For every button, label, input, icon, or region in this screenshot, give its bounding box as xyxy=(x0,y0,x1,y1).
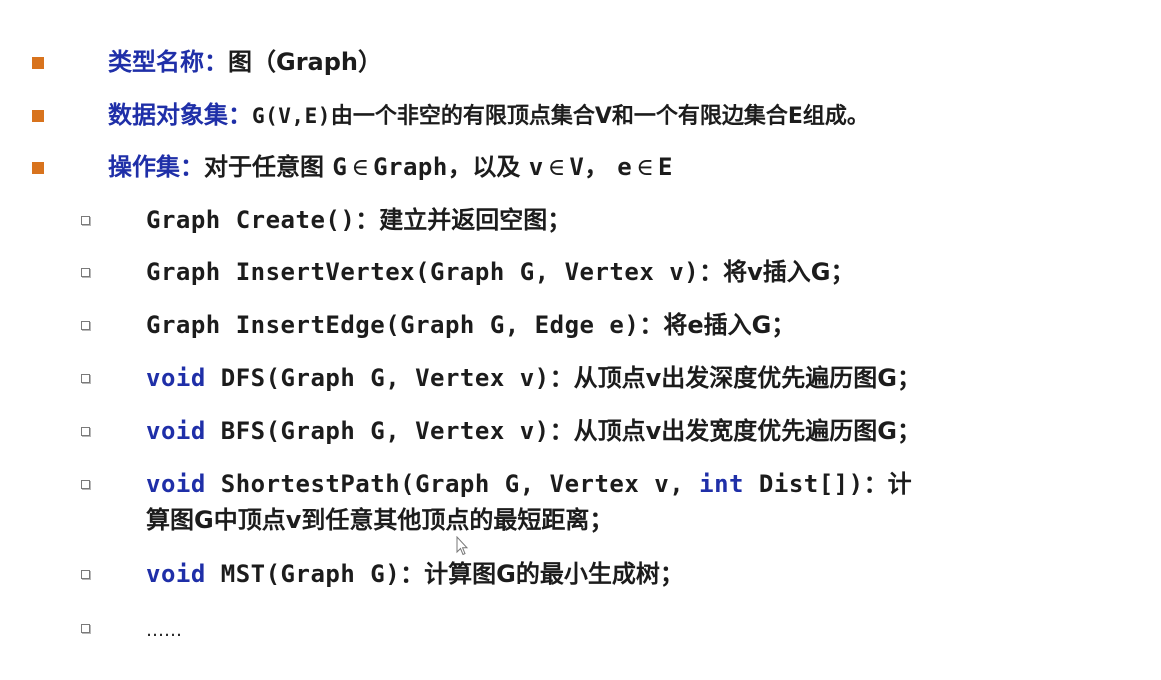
element-of-symbol: ∈ xyxy=(351,153,370,181)
op-dfs-keyword: void xyxy=(146,364,206,392)
op-mst-code: MST(Graph G) xyxy=(205,560,401,588)
op-dfs-desc: ：从顶点v出发深度优先遍历图G； xyxy=(549,364,921,392)
op-bfs-keyword: void xyxy=(146,417,206,445)
op-insert-edge-row: Graph InsertEdge(Graph G, Edge e)：将e插入G； xyxy=(146,307,795,343)
element-of-symbol: ∈ xyxy=(547,153,566,181)
op-mst-row: void MST(Graph G)：计算图G的最小生成树； xyxy=(146,556,684,592)
op-insert-edge-code: Graph InsertEdge(Graph G, Edge e) xyxy=(146,311,640,339)
op-insert-vertex-row: Graph InsertVertex(Graph G, Vertex v)：将v… xyxy=(146,254,854,290)
bullet-square-hollow xyxy=(81,570,90,579)
op-mst-desc: ：计算图G的最小生成树； xyxy=(400,560,684,588)
bullet-square-orange xyxy=(32,57,44,69)
operation-set-label: 操作集： xyxy=(108,153,204,181)
type-name-label: 类型名称： xyxy=(108,48,228,76)
bullet-square-orange xyxy=(32,162,44,174)
op-create-desc: ：建立并返回空图； xyxy=(355,206,572,234)
op-shortest-path-keyword-int: int xyxy=(699,470,744,498)
op-dfs-code: DFS(Graph G, Vertex v) xyxy=(205,364,550,392)
op-shortest-path-row-cont: 算图G中顶点v到任意其他顶点的最短距离； xyxy=(146,502,613,538)
op-bfs-desc: ：从顶点v出发宽度优先遍历图G； xyxy=(549,417,921,445)
mouse-cursor-icon xyxy=(456,536,468,556)
slide: 类型名称：图（Graph） 数据对象集：G(V,E)由一个非空的有限顶点集合V和… xyxy=(0,0,1161,680)
symbol-e: e xyxy=(617,153,633,181)
op-mst-keyword: void xyxy=(146,560,206,588)
symbol-E: E xyxy=(657,153,673,181)
op-shortest-path-keyword: void xyxy=(146,470,206,498)
symbol-graph: Graph， xyxy=(373,153,473,181)
op-insert-edge-desc: ：将e插入G； xyxy=(639,311,796,339)
operation-set-intro: 对于任意图 xyxy=(204,153,324,181)
bullet-square-hollow xyxy=(81,268,90,277)
op-create-row: Graph Create()：建立并返回空图； xyxy=(146,202,571,238)
element-of-symbol: ∈ xyxy=(636,153,654,181)
type-name-row: 类型名称：图（Graph） xyxy=(108,44,382,80)
data-object-code: G(V,E) xyxy=(252,104,331,128)
op-bfs-row: void BFS(Graph G, Vertex v)：从顶点v出发宽度优先遍历… xyxy=(146,413,921,449)
data-object-label: 数据对象集： xyxy=(108,101,252,129)
bullet-square-hollow xyxy=(81,427,90,436)
op-bfs-code: BFS(Graph G, Vertex v) xyxy=(205,417,550,445)
bullet-square-orange xyxy=(32,110,44,122)
type-name-value: 图（Graph） xyxy=(228,48,382,76)
operation-set-also: 以及 xyxy=(472,153,521,181)
op-create-code: Graph Create() xyxy=(146,206,356,234)
symbol-v: v xyxy=(528,153,544,181)
symbol-g: G xyxy=(332,153,348,181)
op-more-row: …… xyxy=(146,610,182,646)
bullet-square-hollow xyxy=(81,624,90,633)
operation-set-row: 操作集：对于任意图 G ∈ Graph，以及 v ∈ V， e ∈ E xyxy=(108,149,673,185)
op-insert-vertex-code: Graph InsertVertex(Graph G, Vertex v) xyxy=(146,258,700,286)
op-more-ellipsis: …… xyxy=(146,620,182,641)
symbol-V: V， xyxy=(569,153,609,181)
op-dfs-row: void DFS(Graph G, Vertex v)：从顶点v出发深度优先遍历… xyxy=(146,360,921,396)
op-shortest-path-desc-2: 算图G中顶点v到任意其他顶点的最短距离； xyxy=(146,506,614,534)
op-shortest-path-code-1: ShortestPath(Graph G, Vertex v, xyxy=(205,470,700,498)
bullet-square-hollow xyxy=(81,480,90,489)
op-shortest-path-code-2: Dist[]) xyxy=(743,470,864,498)
bullet-square-hollow xyxy=(81,321,90,330)
bullet-square-hollow xyxy=(81,216,90,225)
op-shortest-path-desc-1: ：计 xyxy=(863,470,912,498)
data-object-row: 数据对象集：G(V,E)由一个非空的有限顶点集合V和一个有限边集合E组成。 xyxy=(108,97,869,133)
bullet-square-hollow xyxy=(81,374,90,383)
op-insert-vertex-desc: ：将v插入G； xyxy=(699,258,855,286)
data-object-text: 由一个非空的有限顶点集合V和一个有限边集合E组成。 xyxy=(330,104,869,129)
op-shortest-path-row: void ShortestPath(Graph G, Vertex v, int… xyxy=(146,466,912,502)
